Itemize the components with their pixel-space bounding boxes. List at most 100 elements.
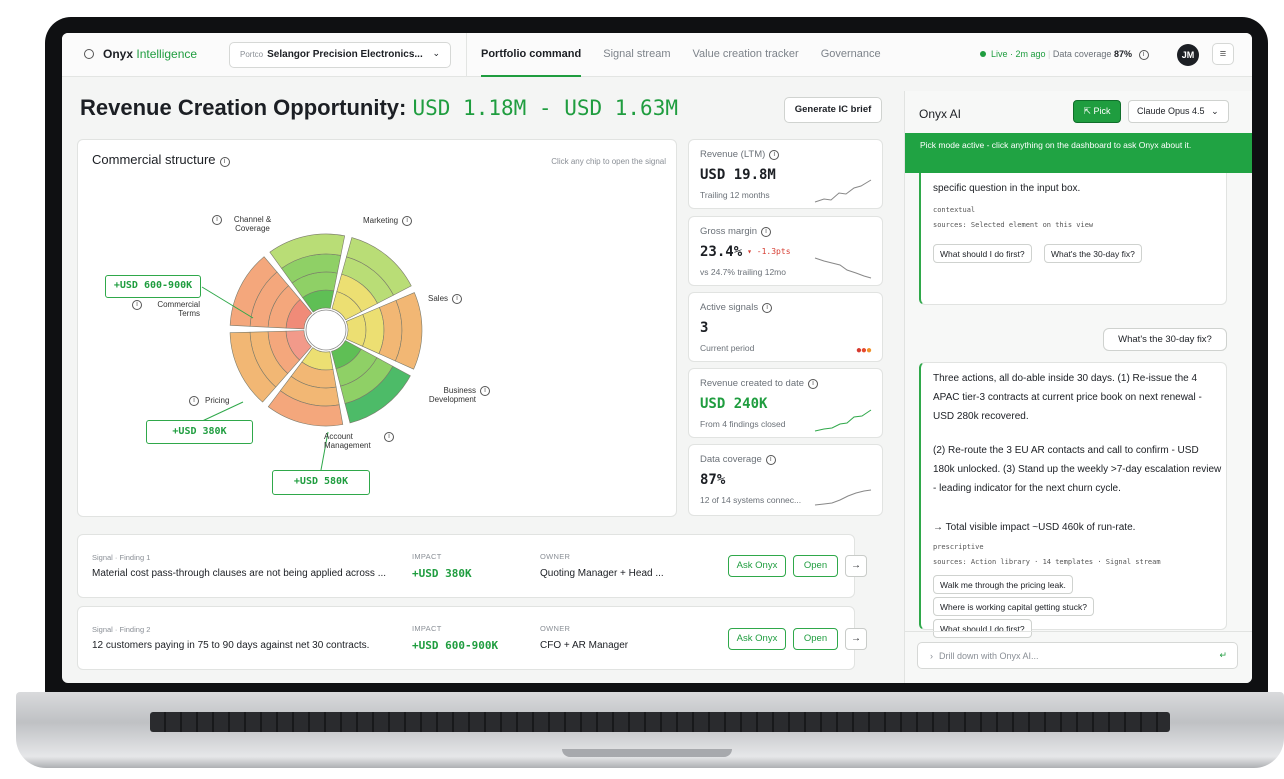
impact-label: IMPACT	[412, 552, 442, 561]
radial-segment[interactable]	[345, 314, 367, 347]
laptop-notch	[562, 749, 732, 757]
segment-label-channel[interactable]: i Channel & Coverage	[208, 215, 275, 233]
suggestion-chip[interactable]: Walk me through the pricing leak.	[933, 575, 1073, 594]
segment-label-business-dev[interactable]: Business Development i	[410, 386, 490, 404]
signal-row-1[interactable]: Signal · Finding 1 Material cost pass-th…	[77, 534, 867, 598]
kpi-gross-margin[interactable]: Gross margin i 23.4% ▾ -1.3pts vs 24.7% tr…	[688, 216, 883, 286]
signal-dots-icon: ●●●	[855, 345, 872, 356]
segment-label-sales[interactable]: Sales i	[428, 294, 463, 304]
kpi-data-coverage[interactable]: Data coverage i 87% 12 of 14 systems conn…	[688, 444, 883, 516]
open-button[interactable]: Open	[793, 555, 838, 577]
tab-portfolio-command[interactable]: Portfolio command	[481, 33, 582, 77]
pick-button[interactable]: ⇱ Pick	[1073, 100, 1121, 123]
brand-logo[interactable]: Onyx Intelligence	[84, 47, 197, 61]
tab-value-creation-tracker[interactable]: Value creation tracker	[693, 33, 799, 77]
kpi-title-text: Gross margin	[700, 226, 758, 237]
kpi-value: 3	[700, 320, 709, 336]
ai-input[interactable]: › Drill down with Onyx AI... ↵	[917, 642, 1238, 669]
arrow-right-icon[interactable]: →	[845, 555, 867, 577]
ai-message-1: specific question in the input box. cont…	[919, 173, 1227, 305]
chip-pricing[interactable]: +USD 380K	[146, 420, 253, 444]
open-button[interactable]: Open	[793, 628, 838, 650]
ask-onyx-button[interactable]: Ask Onyx	[728, 628, 786, 650]
impact-value: +USD 380K	[412, 567, 472, 580]
company-name: Selangor Precision Electronics...	[267, 49, 423, 60]
ai-paragraph-1: Three actions, all do-able inside 30 day…	[933, 373, 1202, 422]
live-status: Live · 2m ago	[991, 49, 1046, 59]
info-icon: i	[765, 455, 776, 465]
brand-name: Onyx	[103, 47, 134, 61]
headline-prefix: Revenue Creation Opportunity:	[80, 95, 407, 120]
brand-accent: Intelligence	[136, 47, 198, 61]
kpi-sub: Trailing 12 months	[700, 190, 770, 200]
message-sources: sources: Action library · 14 templates ·…	[933, 558, 1161, 566]
kpi-revenue-created[interactable]: Revenue created to date i USD 240K From 4…	[688, 368, 883, 438]
chevron-right-icon: ›	[930, 651, 933, 661]
radial-center	[305, 309, 347, 351]
arrow-right-icon[interactable]: →	[845, 628, 867, 650]
info-icon: i	[452, 294, 463, 304]
owner-label: OWNER	[540, 624, 571, 633]
commercial-structure-card: Commercial structure i Click any chip to …	[77, 139, 677, 517]
suggestion-chip[interactable]: Where is working capital getting stuck?	[933, 597, 1094, 616]
signal-row-2[interactable]: Signal · Finding 2 12 customers paying i…	[77, 606, 867, 670]
ai-paragraph-3: → Total visible impact ~USD 460k of run-…	[933, 522, 1136, 533]
status-bar: Live · 2m ago | Data coverage 87% i	[980, 49, 1149, 60]
tab-governance[interactable]: Governance	[821, 33, 881, 77]
info-icon[interactable]: i	[1138, 50, 1149, 60]
impact-label: IMPACT	[412, 624, 442, 633]
signal-meta: Signal · Finding 1	[92, 553, 151, 562]
generate-ic-brief-button[interactable]: Generate IC brief	[784, 97, 882, 123]
label-bizdev-text: Business Development	[428, 386, 476, 404]
message-sources: sources: Selected element on this view	[933, 221, 1094, 229]
suggestion-chip[interactable]: What should I do first?	[933, 619, 1032, 638]
model-select[interactable]: Claude Opus 4.5 ⌄	[1128, 100, 1229, 123]
kpi-title: Active signals i	[700, 302, 773, 313]
sparkline	[814, 257, 872, 279]
ask-onyx-button[interactable]: Ask Onyx	[728, 555, 786, 577]
avatar[interactable]: JM	[1177, 44, 1199, 66]
info-icon: i	[808, 379, 819, 389]
onyx-ai-panel: Onyx AI ⇱ Pick Claude Opus 4.5 ⌄ Pick mo…	[904, 91, 1252, 683]
hamburger-menu-icon[interactable]: ≡	[1212, 43, 1234, 65]
logo-circle-icon	[84, 49, 94, 59]
kpi-value: 87%	[700, 472, 726, 488]
owner-value: Quoting Manager + Head ...	[540, 568, 664, 579]
ai-paragraph-2: (2) Re-route the 3 EU AR contacts and ca…	[933, 445, 1222, 494]
company-prefix: Portco	[240, 50, 264, 59]
kpi-revenue-ltm[interactable]: Revenue (LTM) i USD 19.8M Trailing 12 mon…	[688, 139, 883, 209]
info-icon: i	[769, 150, 780, 160]
kpi-sub: From 4 findings closed	[700, 419, 786, 429]
coverage-value: 87%	[1113, 49, 1132, 59]
suggestion-chip[interactable]: What's the 30-day fix?	[1044, 244, 1142, 263]
ai-message-2: Three actions, all do-able inside 30 day…	[919, 362, 1227, 638]
label-channel-text: Channel & Coverage	[233, 215, 272, 233]
chip-commercial-terms[interactable]: +USD 600-900K	[105, 275, 201, 298]
segment-label-account-mgmt[interactable]: Account Management i	[324, 432, 394, 450]
signal-text: 12 customers paying in 75 to 90 days aga…	[92, 640, 370, 651]
segment-label-commercial-terms[interactable]: i Commercial Terms	[128, 300, 200, 318]
kpi-value: 23.4%	[700, 244, 743, 260]
label-sales-text: Sales	[428, 294, 449, 303]
kpi-sub: 12 of 14 systems connec...	[700, 495, 802, 505]
kpi-active-signals[interactable]: Active signals i 3 Current period ●●●	[688, 292, 883, 362]
company-selector[interactable]: Portco Selangor Precision Electronics... ⌄	[229, 42, 451, 68]
headline-range: USD 1.18M - USD 1.63M	[412, 96, 678, 120]
segment-label-pricing[interactable]: i Pricing	[185, 396, 229, 406]
suggestion-chip[interactable]: What should I do first?	[933, 244, 1032, 263]
kpi-title: Revenue created to date i	[700, 378, 819, 389]
info-icon: i	[212, 215, 222, 225]
live-dot-icon	[980, 51, 986, 57]
tab-signal-stream[interactable]: Signal stream	[603, 33, 670, 77]
ai-panel-title: Onyx AI	[919, 107, 962, 121]
model-name: Claude Opus 4.5	[1137, 106, 1205, 116]
info-icon: i	[762, 303, 773, 313]
radial-chart	[197, 233, 423, 471]
chip-account-management[interactable]: +USD 580K	[272, 470, 370, 495]
segment-label-marketing[interactable]: Marketing i	[363, 216, 413, 226]
label-marketing-text: Marketing	[363, 216, 399, 225]
info-icon: i	[132, 300, 142, 310]
chevron-down-icon: ⌄	[1211, 106, 1219, 116]
info-icon: i	[189, 396, 199, 406]
coverage-label: Data coverage	[1052, 49, 1112, 59]
